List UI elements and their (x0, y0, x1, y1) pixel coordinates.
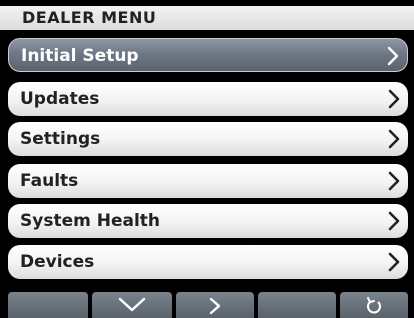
chevron-right-icon (388, 211, 400, 231)
menu-item-label: Initial Setup (21, 46, 139, 66)
softkey-right[interactable] (176, 292, 254, 318)
chevron-right-icon (388, 252, 400, 272)
page-title: DEALER MENU (22, 8, 157, 27)
title-bar: DEALER MENU (0, 6, 414, 30)
chevron-right-icon (388, 171, 400, 191)
menu-item-system-health[interactable]: System Health (8, 204, 408, 238)
menu-item-label: System Health (20, 211, 161, 231)
menu-item-label: Updates (20, 89, 100, 109)
softkey-1[interactable] (8, 292, 88, 318)
softkey-back[interactable] (340, 292, 408, 318)
softkey-4[interactable] (258, 292, 336, 318)
chevron-right-icon (388, 129, 400, 149)
softkey-bar (8, 292, 408, 318)
chevron-right-icon (387, 46, 399, 66)
menu-item-label: Devices (20, 252, 95, 272)
chevron-right-icon (388, 89, 400, 109)
menu-item-settings[interactable]: Settings (8, 122, 408, 156)
softkey-down[interactable] (92, 292, 172, 318)
dealer-menu-screen: DEALER MENU Initial Setup Updates Settin… (0, 0, 414, 318)
menu-item-label: Settings (20, 129, 101, 149)
menu-item-devices[interactable]: Devices (8, 245, 408, 279)
menu-item-initial-setup[interactable]: Initial Setup (8, 38, 408, 72)
menu-item-faults[interactable]: Faults (8, 164, 408, 198)
menu-item-updates[interactable]: Updates (8, 82, 408, 116)
menu-item-label: Faults (20, 171, 79, 191)
